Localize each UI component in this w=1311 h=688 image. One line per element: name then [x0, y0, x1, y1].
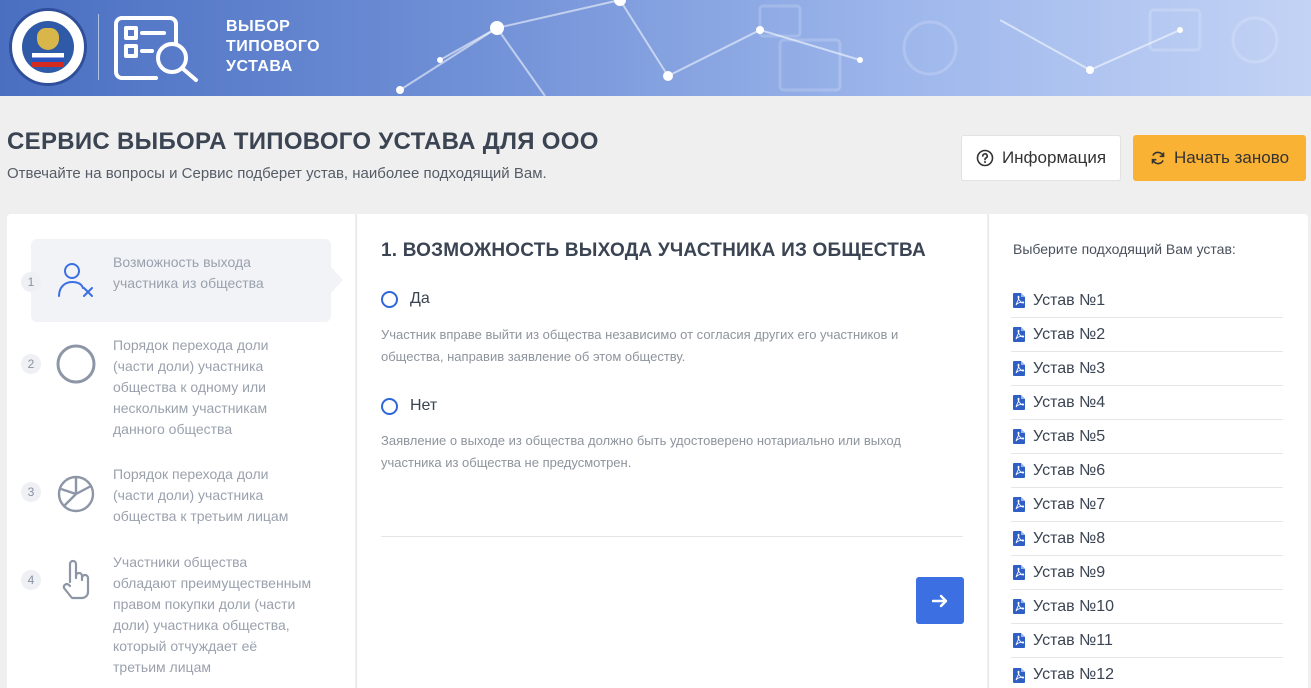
ustav-panel: Выберите подходящий Вам устав: Устав №1 У…: [988, 214, 1308, 688]
ustav-link-item[interactable]: Устав №1: [1011, 284, 1283, 318]
restart-button[interactable]: Начать заново: [1133, 135, 1306, 181]
question-panel: 1. ВОЗМОЖНОСТЬ ВЫХОДА УЧАСТНИКА ИЗ ОБЩЕС…: [356, 214, 987, 688]
logo-text: ВЫБОР ТИПОВОГО УСТАВА: [226, 18, 321, 75]
ustav-link-item[interactable]: Устав №8: [1011, 522, 1283, 556]
header-banner: ВЫБОР ТИПОВОГО УСТАВА: [0, 0, 1311, 96]
restart-button-label: Начать заново: [1173, 148, 1290, 167]
steps-panel: 1 Возможность выхода участника из общест…: [7, 214, 355, 688]
arrow-right-icon: [932, 594, 948, 607]
ustav-link-item[interactable]: Устав №5: [1011, 420, 1283, 454]
option-yes-label: Да: [410, 290, 430, 307]
ustav-link-label: Устав №11: [1033, 631, 1113, 649]
ustav-link-item[interactable]: Устав №3: [1011, 352, 1283, 386]
ustav-link-item[interactable]: Устав №7: [1011, 488, 1283, 522]
step-label[interactable]: Порядок перехода доли (части доли) участ…: [113, 464, 313, 527]
ustav-link-label: Устав №10: [1033, 597, 1115, 615]
step-label[interactable]: Возможность выхода участника из общества: [113, 252, 313, 294]
question-title: 1. ВОЗМОЖНОСТЬ ВЫХОДА УЧАСТНИКА ИЗ ОБЩЕС…: [381, 240, 926, 261]
pdf-file-icon: [1013, 633, 1025, 648]
pdf-file-icon: [1013, 395, 1025, 410]
question-divider: [381, 536, 963, 537]
pdf-file-icon: [1013, 497, 1025, 512]
page-title: СЕРВИС ВЫБОРА ТИПОВОГО УСТАВА ДЛЯ ООО: [7, 128, 599, 155]
fns-emblem-logo: [9, 8, 87, 86]
pie-chart-icon: [57, 475, 95, 513]
step-number: 4: [21, 570, 41, 590]
ustav-link-label: Устав №7: [1033, 495, 1106, 513]
circle-icon: [56, 344, 96, 384]
ustav-link-label: Устав №9: [1033, 563, 1106, 581]
ustav-link-label: Устав №6: [1033, 461, 1106, 479]
option-no[interactable]: Нет: [381, 397, 437, 415]
ustav-link-label: Устав №5: [1033, 427, 1106, 445]
question-circle-icon: [976, 149, 994, 167]
option-no-description: Заявление о выходе из общества должно бы…: [381, 433, 901, 470]
ustav-link-item[interactable]: Устав №6: [1011, 454, 1283, 488]
step-number: 3: [21, 482, 41, 502]
pdf-file-icon: [1013, 599, 1025, 614]
ustav-link-item[interactable]: Устав №11: [1011, 624, 1283, 658]
option-yes-description: Участник вправе выйти из общества незави…: [381, 327, 899, 364]
pdf-file-icon: [1013, 565, 1025, 580]
ustav-link-item[interactable]: Устав №12: [1011, 658, 1283, 688]
ustav-link-item[interactable]: Устав №2: [1011, 318, 1283, 352]
pdf-file-icon: [1013, 667, 1025, 683]
option-yes[interactable]: Да: [381, 290, 430, 308]
ustav-link-item[interactable]: Устав №4: [1011, 386, 1283, 420]
ustav-link-item[interactable]: Устав №9: [1011, 556, 1283, 590]
ustav-link-item[interactable]: Устав №10: [1011, 590, 1283, 624]
step-label[interactable]: Участники общества обладают преимуществе…: [113, 552, 313, 678]
info-button-label: Информация: [1001, 148, 1107, 167]
step-number: 2: [21, 354, 41, 374]
step-label[interactable]: Порядок перехода доли (части доли) участ…: [113, 335, 313, 440]
step-number: 1: [21, 272, 41, 292]
ustav-link-label: Устав №3: [1033, 359, 1106, 377]
ustav-link-label: Устав №12: [1033, 666, 1115, 683]
hand-pointer-icon: [62, 559, 90, 600]
header-divider: [98, 14, 99, 80]
page-subtitle: Отвечайте на вопросы и Сервис подберет у…: [7, 165, 547, 182]
ustav-link-label: Устав №1: [1033, 291, 1106, 309]
pdf-file-icon: [1013, 463, 1025, 478]
radio-yes[interactable]: [381, 290, 398, 308]
pdf-file-icon: [1013, 293, 1025, 308]
user-remove-icon: [58, 263, 93, 297]
refresh-icon: [1151, 151, 1165, 165]
info-button[interactable]: Информация: [961, 135, 1121, 181]
ustav-list-title: Выберите подходящий Вам устав:: [1013, 241, 1236, 257]
pdf-file-icon: [1013, 531, 1025, 546]
option-no-label: Нет: [410, 397, 438, 414]
pdf-file-icon: [1013, 361, 1025, 376]
ustav-link-label: Устав №4: [1033, 393, 1106, 411]
pdf-file-icon: [1013, 327, 1025, 342]
next-button[interactable]: [916, 577, 964, 624]
radio-no[interactable]: [381, 397, 398, 415]
pdf-file-icon: [1013, 429, 1025, 444]
ustav-list: Устав №1 Устав №2 Устав №3 Устав №4 Устав №5…: [1011, 284, 1283, 688]
ustav-link-label: Устав №8: [1033, 529, 1106, 547]
document-search-icon: [114, 16, 198, 82]
ustav-link-label: Устав №2: [1033, 325, 1106, 343]
